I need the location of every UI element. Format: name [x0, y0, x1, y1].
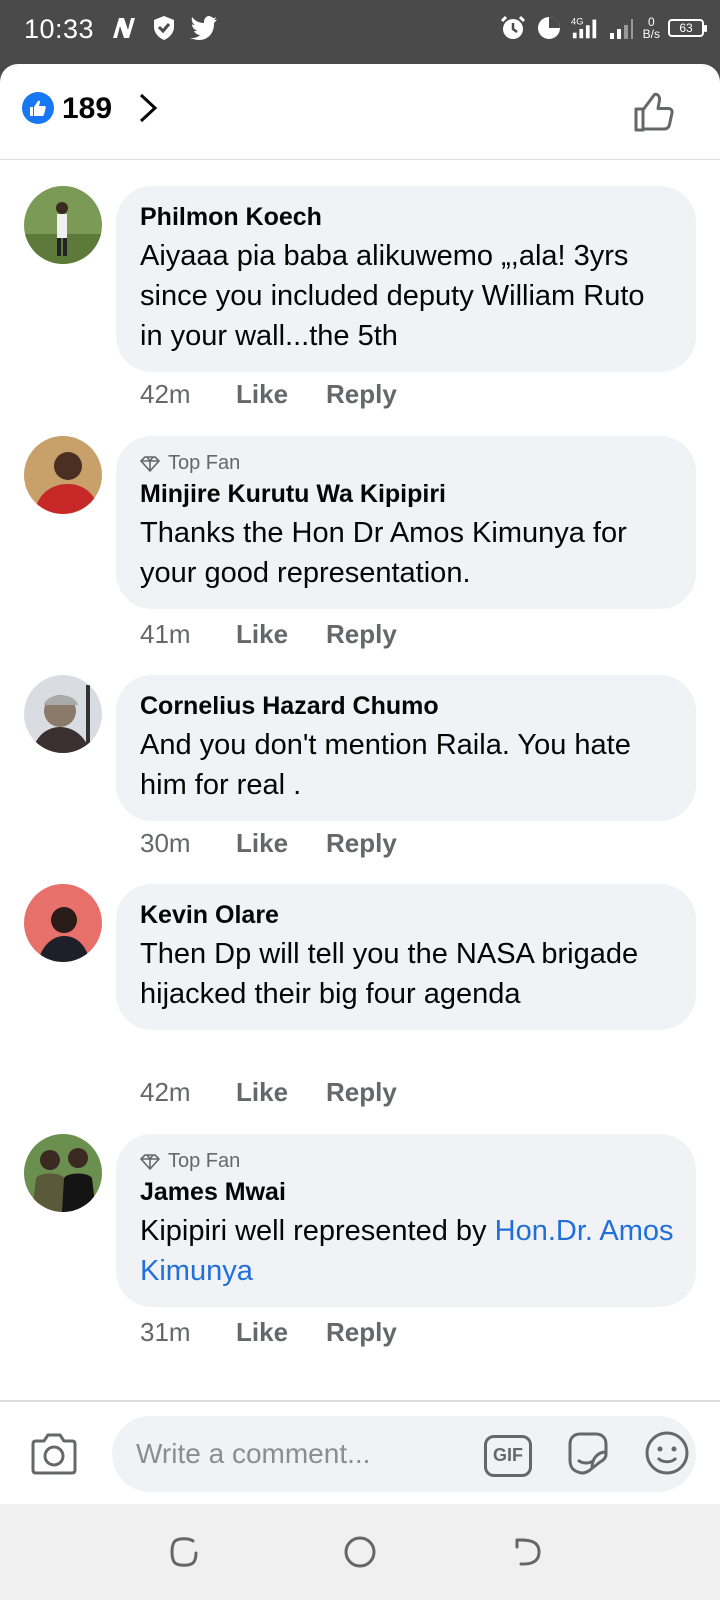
composer-icons: GIF: [484, 1430, 690, 1481]
recent-apps-icon: [170, 1537, 198, 1567]
comment-composer: GIF: [0, 1400, 720, 1504]
comment-bubble[interactable]: Philmon Koech Aiyaaa pia baba alikuwemo …: [116, 186, 696, 372]
system-nav-bar: [0, 1504, 720, 1600]
like-reaction-icon: [22, 92, 54, 124]
top-fan-label: Top Fan: [168, 452, 241, 474]
data-saver-icon: [535, 14, 563, 42]
home-button[interactable]: [340, 1532, 380, 1572]
comment-text: Aiyaaa pia baba alikuwemo „,ala! 3yrs si…: [140, 240, 645, 352]
twitter-icon: [190, 14, 218, 42]
comment-time[interactable]: 42m: [140, 379, 236, 410]
network-speed: 0 B/s: [643, 16, 660, 40]
avatar[interactable]: [24, 186, 102, 264]
comment-time[interactable]: 31m: [140, 1317, 236, 1348]
reactions-bar[interactable]: 189: [0, 64, 720, 160]
top-fan-badge: Top Fan: [140, 1150, 674, 1173]
back-button[interactable]: [508, 1532, 548, 1572]
camera-button[interactable]: [28, 1428, 80, 1480]
back-icon: [515, 1538, 541, 1566]
alarm-icon: [499, 14, 527, 42]
comment-bubble[interactable]: Kevin Olare Then Dp will tell you the NA…: [116, 884, 696, 1030]
battery-icon: 63: [668, 19, 707, 37]
n-app-icon: [110, 14, 138, 42]
top-fan-label: Top Fan: [168, 1150, 241, 1172]
svg-text:4G: 4G: [571, 16, 583, 26]
comments-sheet: 189 Philmon Koech Aiyaaa pia baba alikuw…: [0, 64, 720, 1504]
shield-icon: [150, 14, 178, 42]
comment-actions: 30m Like Reply: [140, 828, 397, 859]
reaction-count: 189: [62, 92, 113, 125]
comment-author[interactable]: Cornelius Hazard Chumo: [140, 691, 674, 721]
comment-bubble[interactable]: Top Fan James Mwai Kipipiri well represe…: [116, 1134, 696, 1307]
reply-button[interactable]: Reply: [326, 379, 397, 410]
gif-button[interactable]: GIF: [484, 1434, 532, 1477]
like-comment-button[interactable]: Like: [236, 828, 326, 859]
diamond-icon: [140, 455, 160, 472]
comment-author[interactable]: James Mwai: [140, 1177, 674, 1207]
chevron-right-icon: [136, 92, 160, 124]
comment-author[interactable]: Philmon Koech: [140, 202, 674, 232]
smiley-icon: [645, 1431, 689, 1475]
reply-button[interactable]: Reply: [326, 619, 397, 650]
comment-text: And you don't mention Raila. You hate hi…: [140, 729, 631, 801]
comment-text: Thanks the Hon Dr Amos Kimunya for your …: [140, 517, 627, 589]
reply-button[interactable]: Reply: [326, 828, 397, 859]
status-time: 10:33: [24, 14, 95, 44]
comment-bubble[interactable]: Top Fan Minjire Kurutu Wa Kipipiri Thank…: [116, 436, 696, 609]
comment-text: Kipipiri well represented by Hon.Dr. Amo…: [140, 1211, 674, 1291]
reply-button[interactable]: Reply: [326, 1077, 397, 1108]
status-left-icons: [110, 14, 218, 42]
network-speed-unit: B/s: [642, 27, 660, 41]
comment-text-body: Kipipiri well represented by: [140, 1215, 495, 1247]
like-post-button[interactable]: [632, 90, 676, 134]
comment-author[interactable]: Kevin Olare: [140, 900, 674, 930]
sticker-icon: [568, 1432, 608, 1475]
signal-icon: [607, 14, 635, 42]
avatar[interactable]: [24, 884, 102, 962]
like-comment-button[interactable]: Like: [236, 379, 326, 410]
comment-time[interactable]: 30m: [140, 828, 236, 859]
comment-actions: 42m Like Reply: [140, 379, 397, 410]
like-comment-button[interactable]: Like: [236, 619, 326, 650]
comment-bubble[interactable]: Cornelius Hazard Chumo And you don't men…: [116, 675, 696, 821]
status-right-icons: 4G 0 B/s 63: [499, 14, 707, 42]
status-bar: 10:33 4G 0 B/s 63: [0, 0, 720, 64]
emoji-button[interactable]: [644, 1430, 690, 1481]
comment-text: Then Dp will tell you the NASA brigade h…: [140, 938, 639, 1010]
like-comment-button[interactable]: Like: [236, 1077, 326, 1108]
comment-time[interactable]: 41m: [140, 619, 236, 650]
like-comment-button[interactable]: Like: [236, 1317, 326, 1348]
avatar[interactable]: [24, 1134, 102, 1212]
comment-actions: 31m Like Reply: [140, 1317, 397, 1348]
avatar[interactable]: [24, 675, 102, 753]
comment-actions: 42m Like Reply: [140, 1077, 397, 1108]
home-icon: [344, 1536, 376, 1568]
comment-actions: 41m Like Reply: [140, 619, 397, 650]
recent-apps-button[interactable]: [164, 1532, 204, 1572]
diamond-icon: [140, 1153, 160, 1170]
top-fan-badge: Top Fan: [140, 452, 674, 475]
sticker-button[interactable]: [564, 1430, 612, 1481]
reply-button[interactable]: Reply: [326, 1317, 397, 1348]
signal-4g-icon: 4G: [571, 14, 599, 42]
comment-author[interactable]: Minjire Kurutu Wa Kipipiri: [140, 479, 674, 509]
comment-time[interactable]: 42m: [140, 1077, 236, 1108]
avatar[interactable]: [24, 436, 102, 514]
